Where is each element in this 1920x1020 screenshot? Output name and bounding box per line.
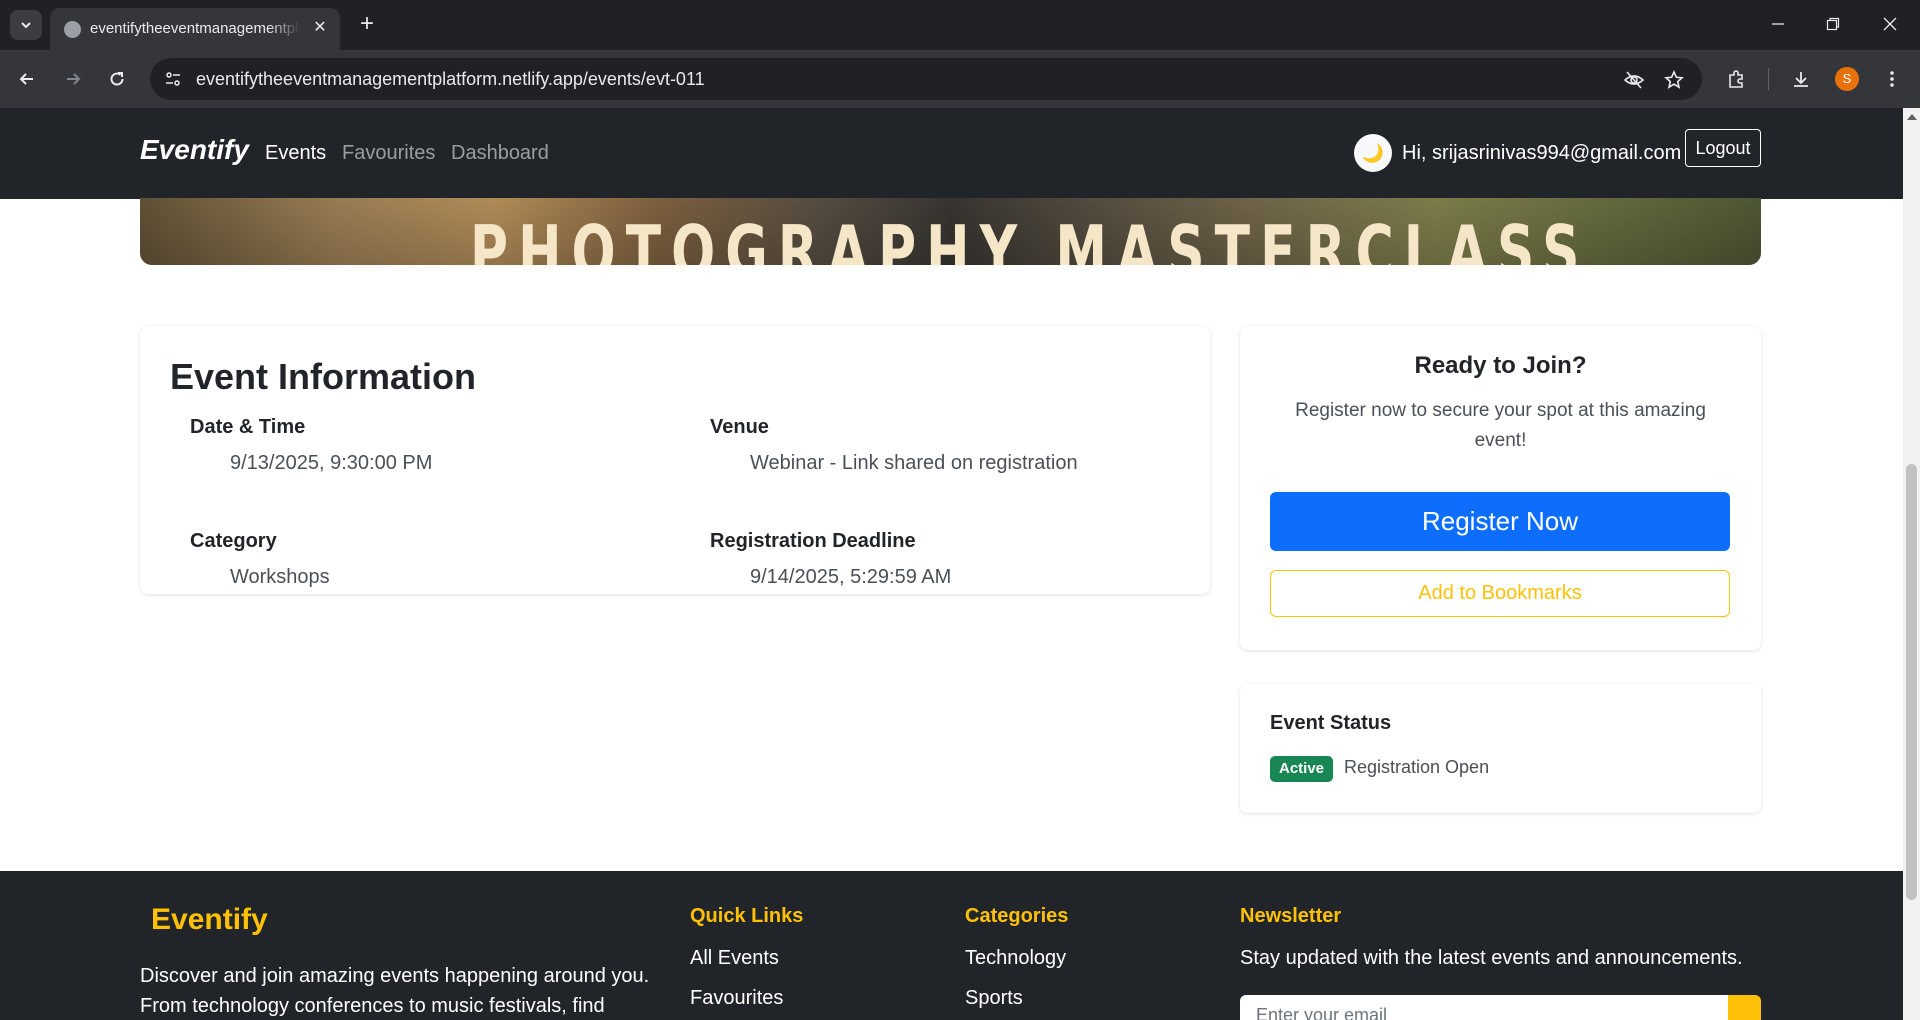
close-tab-icon[interactable]: ✕ (310, 18, 330, 38)
arrow-left-icon (19, 73, 33, 85)
event-information-card: Event Information Date & Time 9/13/2025,… (140, 326, 1210, 594)
eye-off-icon[interactable] (1622, 68, 1646, 92)
venue-value: Webinar - Link shared on registration (750, 452, 1078, 474)
categories-heading: Categories (965, 905, 1069, 927)
site-navbar: Eventify Events Favourites Dashboard 🌙 H… (0, 108, 1903, 199)
brand-logo[interactable]: Eventify (140, 134, 249, 166)
event-status-card: Event Status Active Registration Open (1240, 684, 1761, 813)
logout-button[interactable]: Logout (1685, 129, 1761, 167)
tab-title: eventifytheeventmanagementplatform.netli… (90, 20, 300, 37)
quick-links-heading: Quick Links (690, 905, 804, 927)
newsletter-heading: Newsletter (1240, 905, 1342, 927)
ready-to-join-text: Register now to secure your spot at this… (1295, 400, 1706, 451)
date-time-value: 9/13/2025, 9:30:00 PM (230, 452, 433, 474)
nav-link-dashboard[interactable]: Dashboard (451, 142, 549, 165)
reload-icon (110, 72, 124, 86)
download-icon[interactable] (1787, 65, 1815, 93)
event-information-heading: Event Information (170, 356, 477, 397)
category-value: Workshops (230, 566, 330, 588)
nav-link-favourites[interactable]: Favourites (342, 142, 435, 165)
user-greeting: Hi, srijasrinivas994@gmail.com (1402, 142, 1682, 164)
registration-deadline-label: Registration Deadline (710, 530, 916, 552)
register-now-button[interactable]: Register Now (1270, 492, 1730, 551)
page-content: Eventify Events Favourites Dashboard 🌙 H… (0, 108, 1903, 1020)
extensions-icon[interactable] (1722, 65, 1750, 93)
site-info-icon[interactable] (162, 68, 184, 90)
footer-description: Discover and join amazing events happeni… (140, 965, 650, 1017)
browser-tab[interactable]: eventifytheeventmanagementplatform.netli… (50, 8, 340, 50)
new-tab-button[interactable]: + (353, 10, 381, 38)
minimize-icon (1772, 23, 1784, 25)
footer-brand: Eventify (151, 903, 268, 936)
back-button[interactable] (12, 64, 42, 94)
restore-icon (1826, 17, 1840, 31)
newsletter-email-input[interactable] (1240, 995, 1728, 1020)
footer-link-all-events[interactable]: All Events (690, 947, 779, 970)
ready-to-join-card: Ready to Join? Register now to secure yo… (1240, 326, 1761, 650)
arrow-right-icon (67, 73, 81, 85)
scrollbar-thumb[interactable] (1906, 464, 1917, 900)
page-scrollbar[interactable] (1903, 108, 1920, 1020)
date-time-label: Date & Time (190, 416, 306, 438)
profile-avatar[interactable]: S (1835, 67, 1859, 91)
more-menu-icon[interactable] (1878, 65, 1906, 93)
forward-button[interactable] (58, 64, 88, 94)
status-text: Registration Open (1344, 757, 1490, 777)
newsletter-text: Stay updated with the latest events and … (1240, 947, 1743, 969)
chevron-down-icon (21, 22, 31, 29)
banner-title: PHOTOGRAPHY MASTERCLASS (470, 210, 1590, 265)
url-text[interactable]: eventifytheeventmanagementplatform.netli… (196, 58, 705, 100)
tab-search-button[interactable] (10, 10, 42, 40)
nav-link-events[interactable]: Events (265, 142, 326, 165)
footer-category-technology[interactable]: Technology (965, 947, 1066, 970)
category-label: Category (190, 530, 277, 552)
toolbar-separator (1768, 68, 1769, 90)
status-badge: Active (1270, 756, 1334, 782)
site-footer: Eventify Discover and join amazing event… (0, 871, 1903, 1020)
ready-to-join-heading: Ready to Join? (1414, 352, 1587, 379)
minimize-button[interactable] (1763, 10, 1793, 38)
subscribe-button[interactable] (1728, 995, 1761, 1020)
event-banner-image: PHOTOGRAPHY MASTERCLASS (140, 198, 1761, 265)
theme-toggle-moon-icon[interactable]: 🌙 (1354, 134, 1392, 172)
footer-category-sports[interactable]: Sports (965, 987, 1023, 1010)
globe-icon (64, 21, 81, 38)
browser-toolbar: eventifytheeventmanagementplatform.netli… (0, 50, 1920, 108)
reload-button[interactable] (102, 64, 132, 94)
scroll-up-arrow-icon[interactable] (1907, 114, 1917, 120)
star-icon[interactable] (1662, 68, 1686, 92)
close-window-button[interactable] (1875, 10, 1905, 38)
browser-tab-bar: eventifytheeventmanagementplatform.netli… (0, 0, 1920, 50)
add-to-bookmarks-button[interactable]: Add to Bookmarks (1270, 570, 1730, 617)
registration-deadline-value: 9/14/2025, 5:29:59 AM (750, 566, 952, 588)
restore-button[interactable] (1818, 10, 1848, 38)
close-icon (1883, 17, 1897, 31)
footer-link-favourites[interactable]: Favourites (690, 987, 783, 1010)
event-status-heading: Event Status (1270, 712, 1392, 734)
venue-label: Venue (710, 416, 769, 438)
address-bar[interactable]: eventifytheeventmanagementplatform.netli… (150, 58, 1702, 100)
